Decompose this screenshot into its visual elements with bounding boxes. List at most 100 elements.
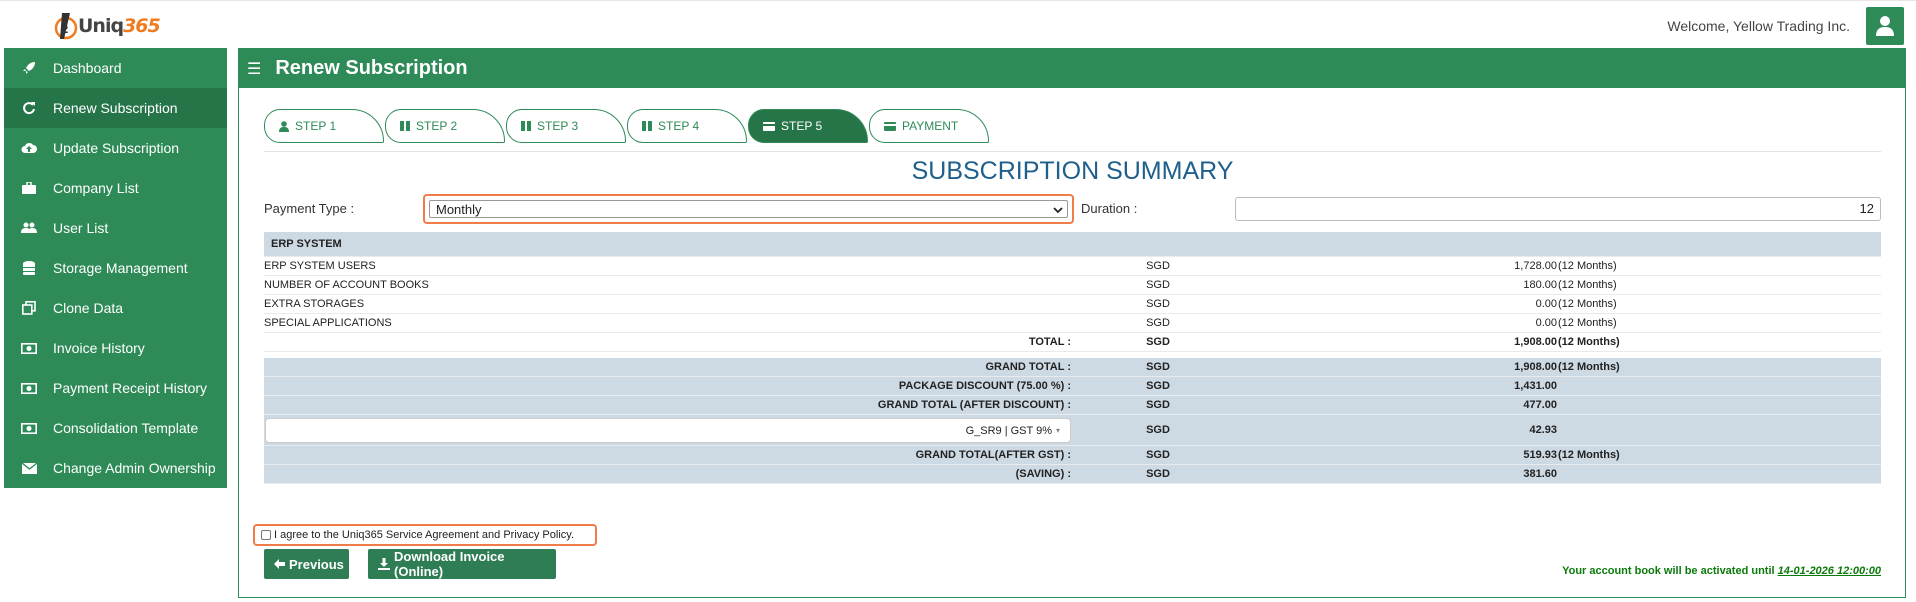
money-icon	[19, 420, 39, 436]
download-invoice-button[interactable]: Download Invoice (Online)	[368, 549, 556, 579]
table-row: EXTRA STORAGES SGD 0.00 (12 Months)	[264, 295, 1881, 314]
columns-icon	[642, 121, 652, 131]
tab-step-1[interactable]: STEP 1	[264, 109, 384, 143]
after-gst-currency: SGD	[1146, 449, 1170, 461]
after-gst-amount: 519.93	[1523, 449, 1557, 461]
sidebar-item-label: Company List	[53, 180, 139, 196]
tab-label: STEP 2	[416, 119, 458, 133]
rocket-icon	[19, 60, 39, 76]
clone-icon	[19, 300, 39, 316]
logo-text-365: 365	[123, 15, 161, 37]
previous-button[interactable]: Previous	[264, 549, 349, 579]
after-discount-amount: 477.00	[1523, 399, 1557, 411]
main-panel: ☰ Renew Subscription STEP 1 STEP 2 STEP …	[238, 48, 1906, 598]
download-icon	[378, 558, 390, 570]
total-label: TOTAL :	[1028, 336, 1071, 348]
divider	[264, 151, 1881, 152]
gst-select[interactable]: G_SR9 | GST 9% ▾	[265, 418, 1071, 443]
item-currency: SGD	[1146, 298, 1170, 310]
money-icon	[19, 380, 39, 396]
payment-type-label: Payment Type :	[264, 201, 355, 216]
table-row: SPECIAL APPLICATIONS SGD 0.00 (12 Months…	[264, 314, 1881, 333]
sidebar-item-dashboard[interactable]: Dashboard	[4, 48, 227, 88]
user-icon	[1876, 16, 1894, 36]
briefcase-icon	[19, 180, 39, 196]
tab-step-4[interactable]: STEP 4	[627, 109, 747, 143]
tab-label: STEP 4	[658, 119, 700, 133]
sidebar: Dashboard Renew Subscription Update Subs…	[4, 48, 227, 488]
database-icon	[19, 260, 39, 276]
sidebar-item-label: Dashboard	[53, 60, 122, 76]
item-duration: (12 Months)	[1558, 279, 1617, 291]
total-amount: 1,908.00	[1514, 336, 1557, 348]
saving-amount: 381.60	[1523, 468, 1557, 480]
gst-currency: SGD	[1146, 424, 1170, 436]
payment-type-select[interactable]: Monthly	[423, 194, 1074, 224]
chevron-down-icon	[1053, 202, 1063, 217]
hamburger-menu-icon[interactable]: ☰	[247, 59, 261, 79]
activation-text: Your account book will be activated unti…	[1562, 565, 1775, 577]
item-currency: SGD	[1146, 260, 1170, 272]
logo-mark-icon: 2	[52, 9, 80, 43]
credit-card-icon	[763, 121, 775, 131]
sidebar-item-label: Clone Data	[53, 300, 124, 316]
user-avatar-button[interactable]	[1866, 7, 1904, 45]
welcome-text: Welcome, Yellow Trading Inc.	[1667, 18, 1850, 34]
item-duration: (12 Months)	[1558, 260, 1617, 272]
sidebar-item-renew-subscription[interactable]: Renew Subscription	[4, 88, 227, 128]
tab-step-3[interactable]: STEP 3	[506, 109, 626, 143]
sidebar-item-change-admin-ownership[interactable]: Change Admin Ownership	[4, 448, 227, 488]
sidebar-item-company-list[interactable]: Company List	[4, 168, 227, 208]
sidebar-item-payment-receipt-history[interactable]: Payment Receipt History	[4, 368, 227, 408]
checkbox-icon[interactable]	[261, 530, 271, 540]
envelope-icon	[19, 460, 39, 476]
tab-label: STEP 1	[295, 119, 337, 133]
item-amount: 0.00	[1535, 317, 1557, 329]
saving-currency: SGD	[1146, 468, 1170, 480]
duration-input[interactable]: 12	[1235, 197, 1881, 221]
sidebar-item-user-list[interactable]: User List	[4, 208, 227, 248]
total-duration: (12 Months)	[1558, 336, 1620, 348]
grand-total-table: GRAND TOTAL : SGD 1,908.00 (12 Months) P…	[264, 358, 1881, 484]
sidebar-item-invoice-history[interactable]: Invoice History	[4, 328, 227, 368]
users-icon	[19, 220, 39, 236]
package-discount-currency: SGD	[1146, 380, 1170, 392]
item-amount: 180.00	[1523, 279, 1557, 291]
tab-label: STEP 5	[781, 119, 823, 133]
previous-label: Previous	[289, 556, 344, 572]
grand-total-currency: SGD	[1146, 361, 1170, 373]
columns-icon	[521, 121, 531, 131]
agreement-text: I agree to the Uniq365 Service Agreement…	[274, 529, 575, 541]
sidebar-item-consolidation-template[interactable]: Consolidation Template	[4, 408, 227, 448]
table-row: NUMBER OF ACCOUNT BOOKS SGD 180.00 (12 M…	[264, 276, 1881, 295]
gst-amount: 42.93	[1529, 424, 1557, 436]
tab-step-5[interactable]: STEP 5	[748, 109, 868, 143]
saving-row: (SAVING) : SGD 381.60	[264, 465, 1881, 484]
item-amount: 1,728.00	[1514, 260, 1557, 272]
item-name: ERP SYSTEM USERS	[264, 260, 376, 272]
caret-down-icon: ▾	[1055, 426, 1060, 435]
item-name: EXTRA STORAGES	[264, 298, 365, 310]
sidebar-item-update-subscription[interactable]: Update Subscription	[4, 128, 227, 168]
sidebar-item-storage-management[interactable]: Storage Management	[4, 248, 227, 288]
agreement-checkbox[interactable]: I agree to the Uniq365 Service Agreement…	[253, 524, 597, 546]
summary-title: SUBSCRIPTION SUMMARY	[911, 157, 1234, 185]
sidebar-item-clone-data[interactable]: Clone Data	[4, 288, 227, 328]
grand-total-duration: (12 Months)	[1558, 361, 1620, 373]
activation-notice: Your account book will be activated unti…	[1562, 565, 1881, 577]
top-bar: 2 Uniq365 Welcome, Yellow Trading Inc.	[0, 0, 1916, 48]
tab-step-2[interactable]: STEP 2	[385, 109, 505, 143]
tab-label: STEP 3	[537, 119, 579, 133]
logo[interactable]: 2 Uniq365	[52, 9, 161, 43]
sidebar-item-label: Invoice History	[53, 340, 145, 356]
item-name: NUMBER OF ACCOUNT BOOKS	[264, 279, 429, 291]
table-row: ERP SYSTEM USERS SGD 1,728.00 (12 Months…	[264, 257, 1881, 276]
cloud-upload-icon	[19, 140, 39, 156]
credit-card-icon	[884, 121, 896, 131]
duration-label: Duration :	[1081, 201, 1138, 216]
user-icon	[279, 120, 289, 132]
total-currency: SGD	[1146, 336, 1170, 348]
tab-payment[interactable]: PAYMENT	[869, 109, 989, 143]
sidebar-item-label: User List	[53, 220, 109, 236]
after-gst-row: GRAND TOTAL(AFTER GST) : SGD 519.93 (12 …	[264, 446, 1881, 465]
